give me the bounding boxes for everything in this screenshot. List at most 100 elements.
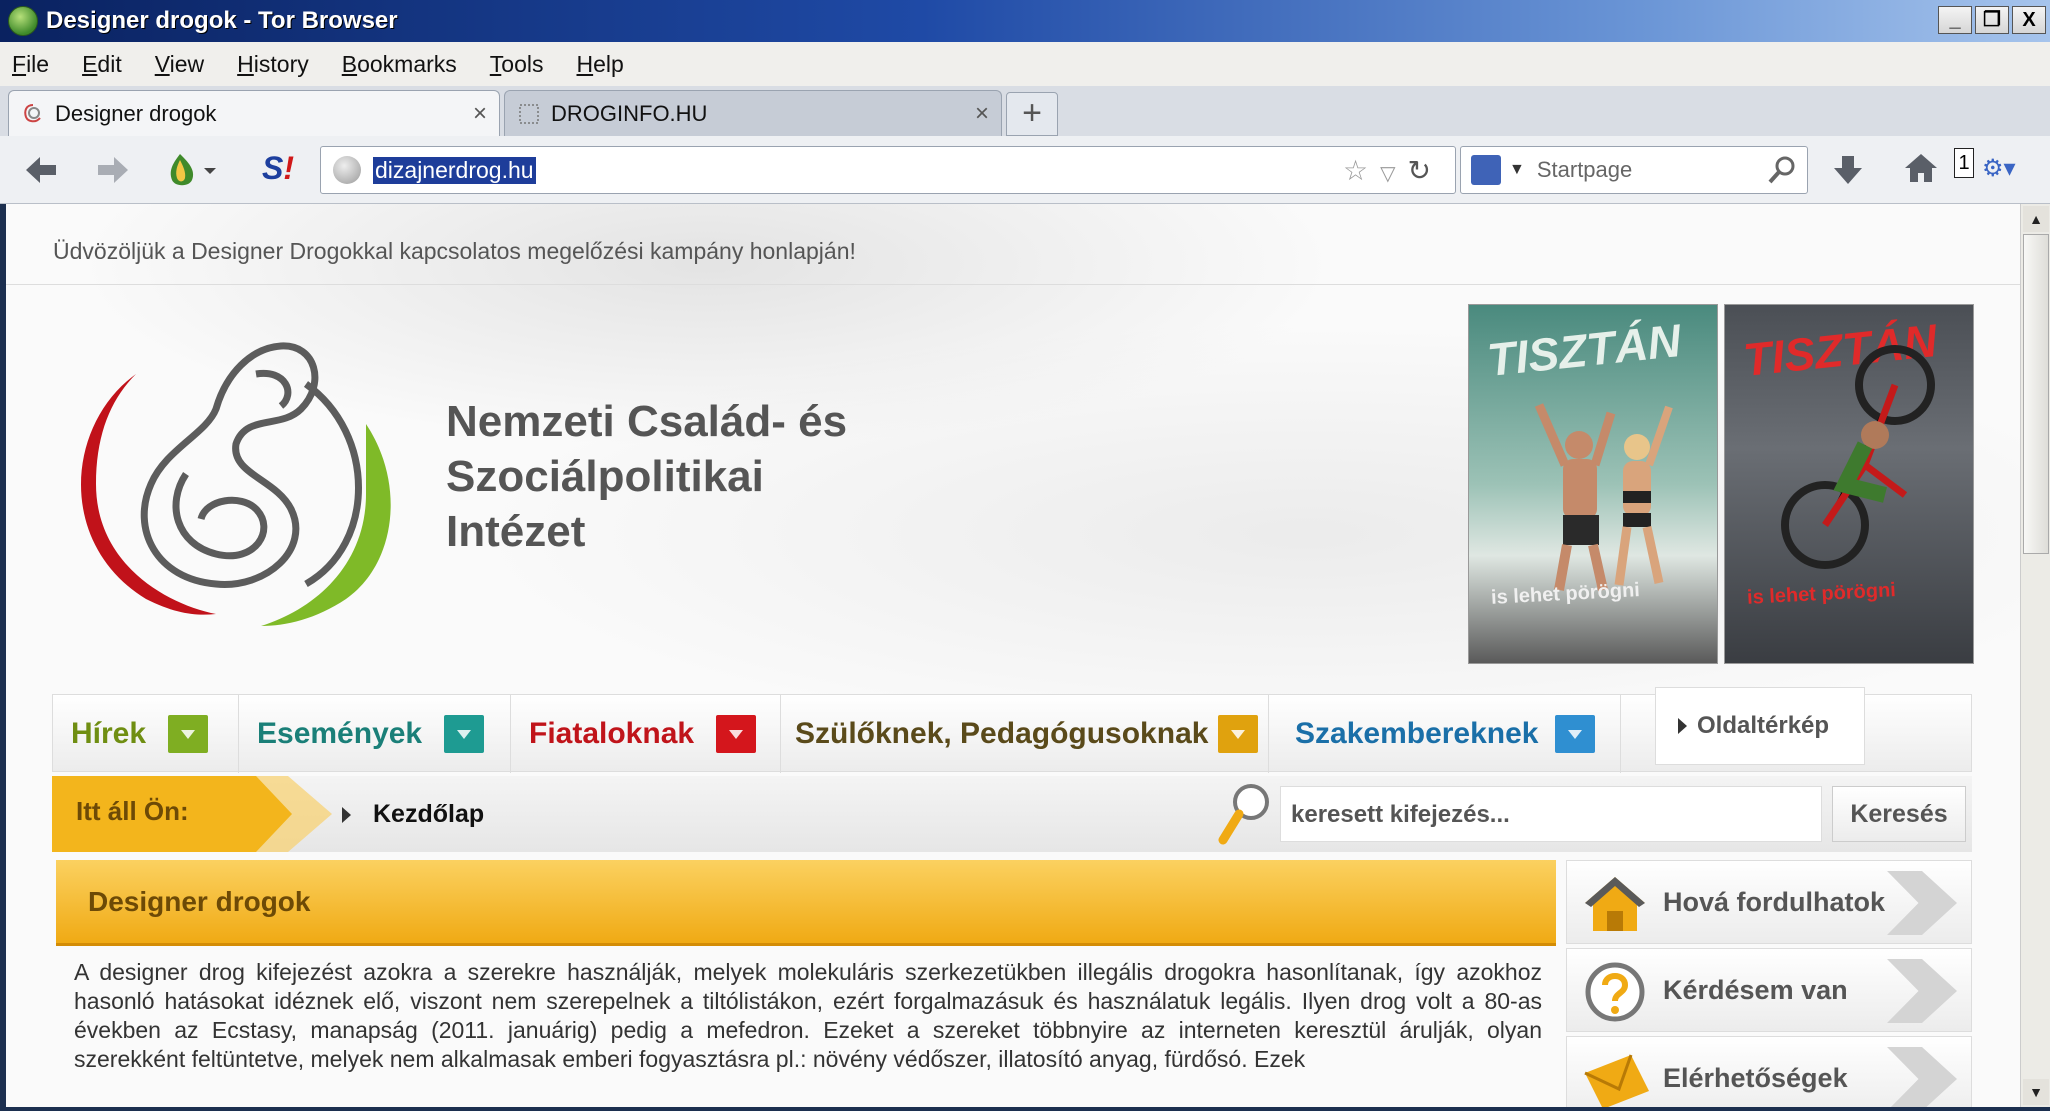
tab-droginfo[interactable]: DROGINFO.HU × [504,90,1002,136]
chevron-right-icon [1887,871,1957,935]
menu-help[interactable]: Help [577,51,624,78]
chevron-down-icon[interactable] [1218,715,1259,753]
nav-fiataloknak[interactable]: Fiataloknak [511,695,781,773]
chevron-right-icon [1887,959,1957,1023]
window-controls: _ ❐ X [1938,6,2046,34]
https-everywhere-icon[interactable]: ⚙▾ [1982,154,2016,183]
tor-onion-button-icon[interactable] [164,150,224,190]
chevron-down-icon[interactable] [1554,715,1595,753]
tab-counter-badge[interactable]: 1 [1954,148,1974,178]
institute-name-line-2: Szociálpolitikai [446,452,764,501]
side-link-elerhetosegek[interactable]: Elérhetőségek [1566,1036,1972,1107]
institute-name-line-1: Nemzeti Család- és [446,397,848,446]
url-actions: ☆▽↻ [1343,154,1443,187]
bookmark-star-icon[interactable]: ☆ [1343,155,1380,186]
globe-icon [333,156,361,184]
welcome-text: Üdvözöljük a Designer Drogokkal kapcsola… [53,238,856,264]
menu-view[interactable]: View [155,51,204,78]
tab-designer-drogok[interactable]: Designer drogok × [8,90,500,136]
menu-bar: File Edit View History Bookmarks Tools H… [0,42,2050,86]
navigation-toolbar: S! dizajnerdrog.hu ☆▽↻ ▼ Startpage 1 ⚙▾ [0,136,2050,204]
menu-file[interactable]: File [12,51,49,78]
search-placeholder: Startpage [1536,157,1633,182]
chevron-right-icon [1887,1047,1957,1107]
site-search-button[interactable]: Keresés [1832,786,1966,842]
search-bar[interactable]: ▼ Startpage [1460,146,1808,194]
minimize-button[interactable]: _ [1938,6,1972,34]
tab-label: Designer drogok [55,100,217,126]
breadcrumb-home[interactable]: Kezdőlap [373,800,484,829]
content-title: Designer drogok [88,886,311,917]
question-icon [1585,962,1645,1022]
poster-title: TISZTÁN [1484,313,1684,387]
side-link-label: Hová fordulhatok [1663,887,1886,917]
bike-rider-image [1781,345,1935,569]
nav-szuloknek-pedagogusoknak[interactable]: Szülőknek, Pedagógusoknak [781,695,1269,773]
chevron-down-icon[interactable] [716,715,757,753]
url-dropdown-icon[interactable]: ▽ [1380,163,1407,185]
restore-button[interactable]: ❐ [1975,6,2009,34]
breadcrumb[interactable]: Kezdőlap [342,800,484,829]
side-link-kerdesem-van[interactable]: Kérdésem van [1566,948,1972,1032]
header-divider [6,284,2020,285]
menu-tools[interactable]: Tools [490,51,544,78]
close-tab-icon[interactable]: × [473,100,487,128]
close-tab-icon[interactable]: × [975,100,989,128]
download-icon[interactable] [1832,154,1864,186]
content-text: A designer drog kifejezést azokra a szer… [74,959,1542,1072]
jumping-couple-image [1534,403,1673,592]
nav-hirek[interactable]: Hírek [53,695,239,773]
back-arrow-icon[interactable] [24,154,58,186]
tab-bar: Designer drogok × DROGINFO.HU × + [0,86,2050,136]
campaign-poster-bike[interactable]: TISZTÁN is lehet pörögni [1724,304,1974,664]
envelope-icon [1584,1054,1649,1107]
triangle-right-icon [1678,718,1687,734]
search-engine-icon[interactable] [1471,155,1501,185]
menu-bookmarks[interactable]: Bookmarks [342,51,457,78]
home-icon[interactable] [1904,152,1938,184]
scroll-up-arrow-icon[interactable]: ▲ [2023,206,2049,232]
scroll-thumb[interactable] [2023,234,2049,554]
menu-history[interactable]: History [237,51,309,78]
menu-edit[interactable]: Edit [82,51,122,78]
content-header: Designer drogok [56,860,1556,946]
nav-szakembereknek[interactable]: Szakembereknek [1269,695,1621,773]
window-titlebar: Designer drogok - Tor Browser _ ❐ X [0,0,2050,42]
institute-name-line-3: Intézet [446,507,586,556]
window-title: Designer drogok - Tor Browser [46,7,398,34]
url-text[interactable]: dizajnerdrog.hu [373,156,536,184]
triangle-right-icon [342,806,351,823]
url-bar[interactable]: dizajnerdrog.hu ☆▽↻ [320,146,1456,194]
sitemap-label: Oldaltérkép [1697,712,1830,739]
institute-name: Nemzeti Család- és Szociálpolitikai Inté… [446,394,847,559]
blank-page-icon [519,103,539,124]
scroll-down-arrow-icon[interactable]: ▼ [2023,1079,2049,1105]
main-navigation: Hírek Események Fiataloknak Szülőknek, P… [52,687,1972,773]
page-favicon-icon [24,103,41,122]
vertical-scrollbar[interactable]: ▲ ▼ [2020,204,2050,1107]
chevron-down-icon[interactable] [444,715,485,753]
new-tab-button[interactable]: + [1006,92,1058,136]
nav-label: Események [257,717,423,750]
tor-browser-icon [8,6,38,36]
nav-esemenyek[interactable]: Események [239,695,511,773]
campaign-poster-jump[interactable]: TISZTÁN is lehet pörögni [1468,304,1718,664]
search-magnifier-icon[interactable] [1767,155,1797,185]
sitemap-link[interactable]: Oldaltérkép [1655,687,1865,765]
side-link-label: Kérdésem van [1663,975,1848,1005]
noscript-icon[interactable]: S! [262,150,294,187]
forward-arrow-icon[interactable] [96,154,130,186]
tab-label: DROGINFO.HU [551,100,708,126]
magnifier-icon [1218,784,1269,845]
nav-label: Szülőknek, Pedagógusoknak [795,717,1209,750]
engine-dropdown-icon[interactable]: ▼ [1509,161,1525,179]
nav-label: Fiataloknak [529,717,695,750]
side-link-hova-fordulhatok[interactable]: Hová fordulhatok [1566,860,1972,944]
reload-icon[interactable]: ↻ [1408,155,1443,186]
institute-logo[interactable] [56,314,436,634]
site-search-input[interactable]: keresett kifejezés... [1280,786,1822,842]
chevron-down-icon[interactable] [168,715,209,753]
close-window-button[interactable]: X [2012,6,2046,34]
nav-label: Szakembereknek [1295,717,1539,750]
side-link-label: Elérhetőségek [1663,1063,1848,1093]
